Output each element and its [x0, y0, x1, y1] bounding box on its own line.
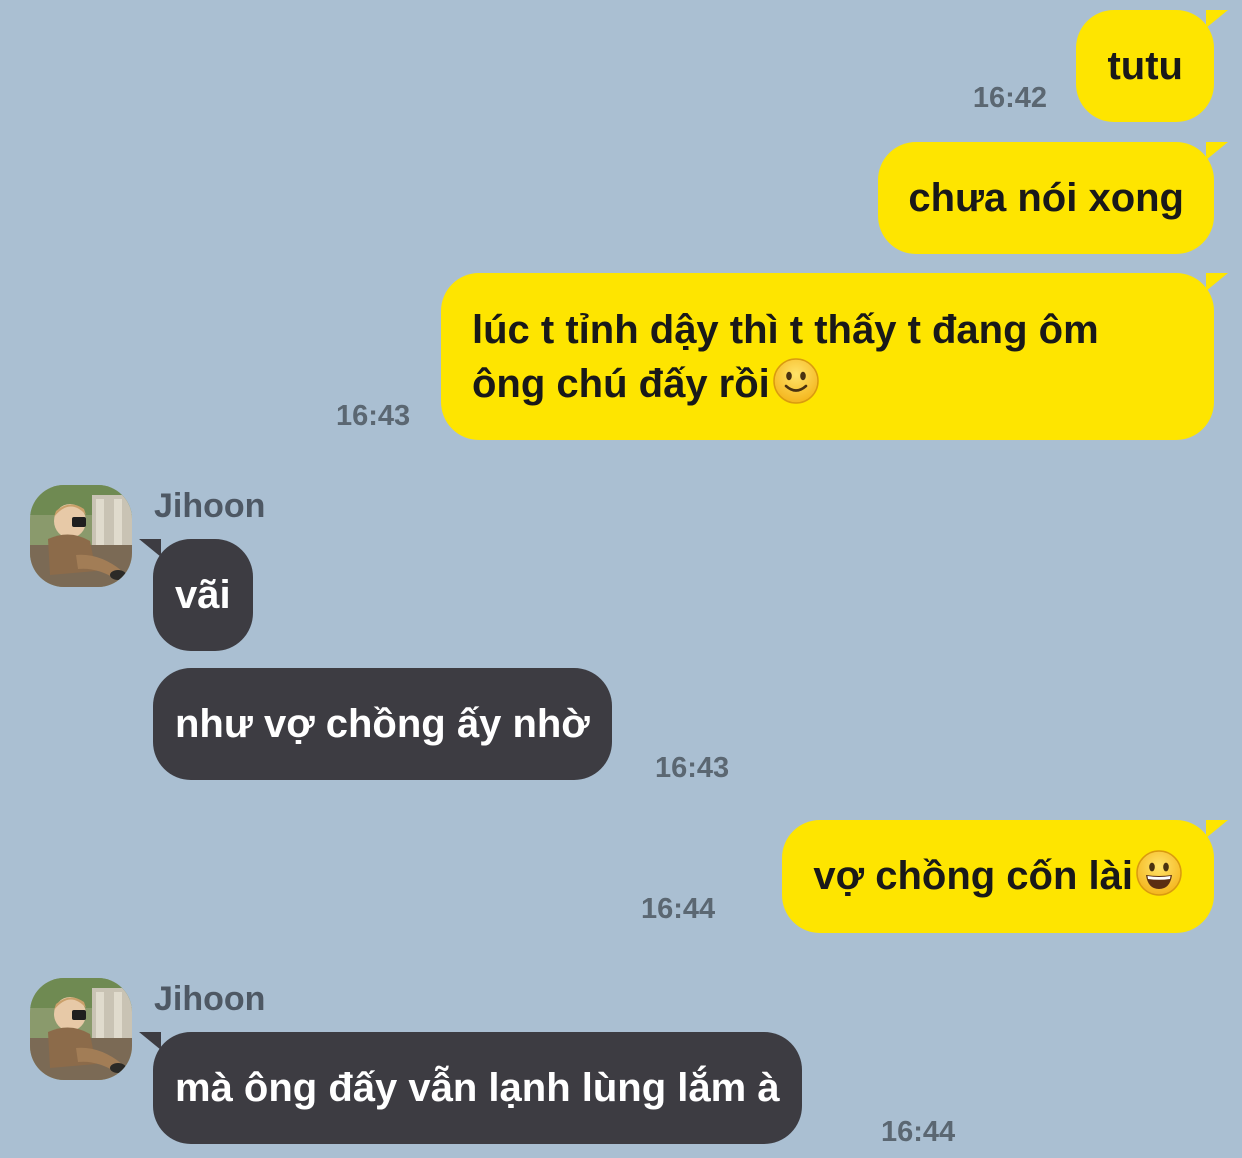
bubble-tail: [1206, 10, 1228, 28]
timestamp: 16:44: [641, 893, 716, 925]
bubble-tail: [139, 1032, 161, 1050]
timestamp: 16:43: [336, 400, 411, 432]
message-text: như vợ chồng ấy nhờ: [175, 702, 590, 746]
bubble-tail: [139, 539, 161, 557]
slightly-smiling-face-icon: [773, 358, 819, 404]
timestamp: 16:42: [972, 82, 1047, 114]
timestamp: 16:43: [655, 752, 730, 784]
outgoing-message-bubble[interactable]: tutu: [1076, 10, 1228, 122]
incoming-message-bubble[interactable]: vãi: [139, 539, 253, 651]
avatar[interactable]: [30, 485, 132, 587]
message-text: vãi: [175, 573, 231, 617]
outgoing-message-bubble[interactable]: vợ chồng cốn lài: [782, 820, 1228, 933]
avatar[interactable]: [30, 978, 132, 1080]
message-text-line: lúc t tỉnh dậy thì t thấy t đang ôm: [472, 308, 1099, 352]
incoming-message-bubble[interactable]: mà ông đấy vẫn lạnh lùng lắm à: [139, 1032, 802, 1144]
outgoing-message-bubble[interactable]: lúc t tỉnh dậy thì t thấy t đang ôm ông …: [441, 273, 1228, 440]
message-text: vợ chồng cốn lài: [813, 854, 1133, 898]
grinning-face-icon: [1136, 850, 1182, 896]
bubble-tail: [1206, 273, 1228, 291]
sender-name: Jihoon: [154, 980, 266, 1018]
sender-name: Jihoon: [154, 487, 266, 525]
incoming-message-bubble[interactable]: như vợ chồng ấy nhờ: [153, 668, 612, 780]
bubble-tail: [1206, 142, 1228, 160]
timestamp: 16:44: [881, 1116, 956, 1148]
message-text: mà ông đấy vẫn lạnh lùng lắm à: [175, 1066, 780, 1110]
outgoing-message-bubble[interactable]: chưa nói xong: [878, 142, 1228, 254]
message-text: chưa nói xong: [908, 176, 1184, 220]
message-text-line: ông chú đấy rồi: [472, 357, 1184, 411]
bubble-tail: [1206, 820, 1228, 838]
message-text: tutu: [1107, 44, 1183, 88]
